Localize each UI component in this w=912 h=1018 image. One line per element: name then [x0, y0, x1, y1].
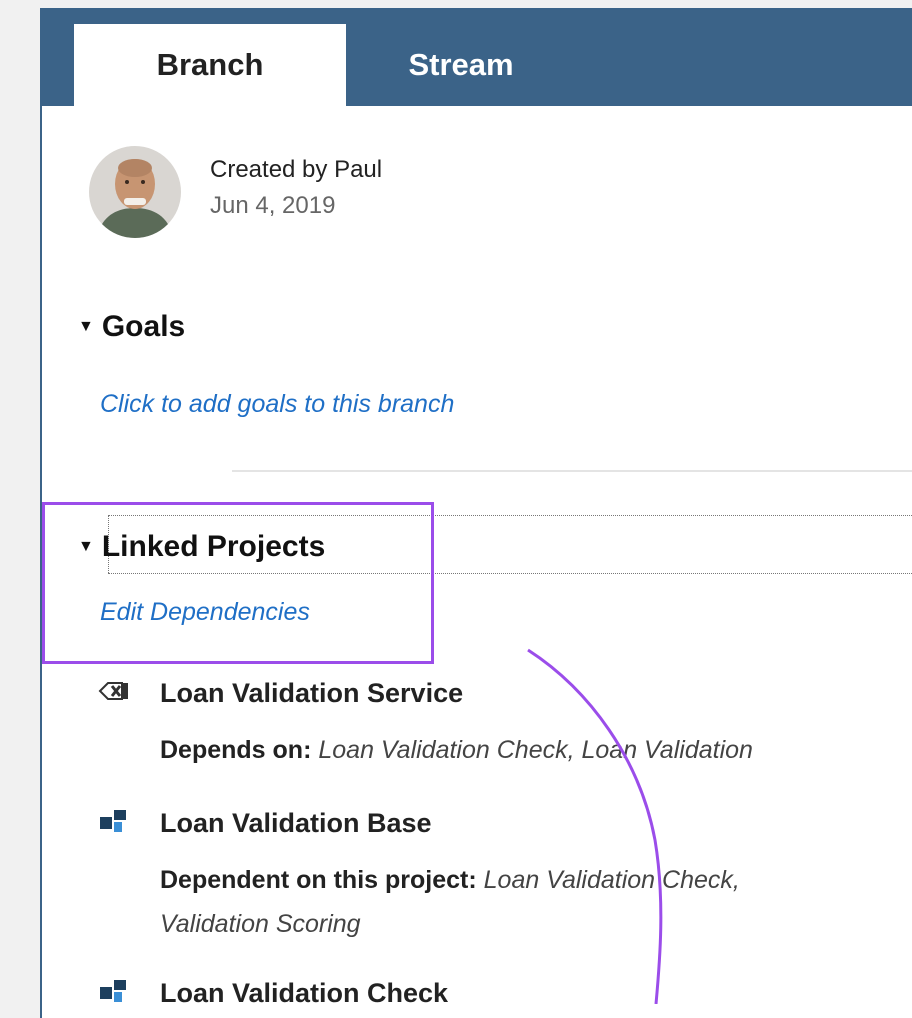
project-dependencies: Dependent on this project: Loan Validati…: [160, 866, 740, 895]
goals-section-toggle[interactable]: ▼ Goals: [78, 310, 185, 344]
created-by-text: Created by Paul: [210, 156, 383, 183]
avatar: [89, 146, 181, 238]
dependency-values: Loan Validation Check,: [483, 866, 740, 894]
project-name-loan-validation-base[interactable]: Loan Validation Base: [160, 808, 432, 839]
tab-bar: Branch Stream: [42, 8, 912, 106]
dependency-values-continued: Validation Scoring: [160, 910, 361, 938]
service-icon: [98, 676, 130, 706]
dependency-label: Depends on:: [160, 736, 312, 764]
dependency-values: Loan Validation Check, Loan Validation: [318, 736, 753, 764]
focus-outline: [108, 515, 912, 516]
project-blocks-icon: [98, 976, 130, 1006]
caret-down-icon: ▼: [78, 538, 94, 555]
tab-branch[interactable]: Branch: [74, 24, 346, 106]
project-dependencies: Depends on: Loan Validation Check, Loan …: [160, 736, 753, 765]
dependency-label: Dependent on this project:: [160, 866, 477, 894]
branch-details-panel: Branch Stream Created by Paul Jun 4, 201…: [40, 8, 912, 1018]
tab-stream[interactable]: Stream: [346, 24, 576, 106]
annotation-highlight-box: [42, 502, 434, 664]
goals-heading: Goals: [101, 310, 186, 343]
linked-projects-heading: Linked Projects: [101, 530, 326, 563]
add-goals-link[interactable]: Click to add goals to this branch: [100, 390, 454, 419]
project-blocks-icon: [98, 806, 130, 836]
edit-dependencies-link[interactable]: Edit Dependencies: [100, 598, 310, 627]
caret-down-icon: ▼: [78, 318, 94, 335]
project-name-loan-validation-check[interactable]: Loan Validation Check: [160, 978, 448, 1009]
created-date: Jun 4, 2019: [210, 192, 336, 219]
focus-outline: [108, 573, 912, 574]
linked-projects-section-toggle[interactable]: ▼ Linked Projects: [78, 530, 325, 564]
section-divider: [232, 470, 912, 472]
project-name-loan-validation-service[interactable]: Loan Validation Service: [160, 678, 463, 709]
